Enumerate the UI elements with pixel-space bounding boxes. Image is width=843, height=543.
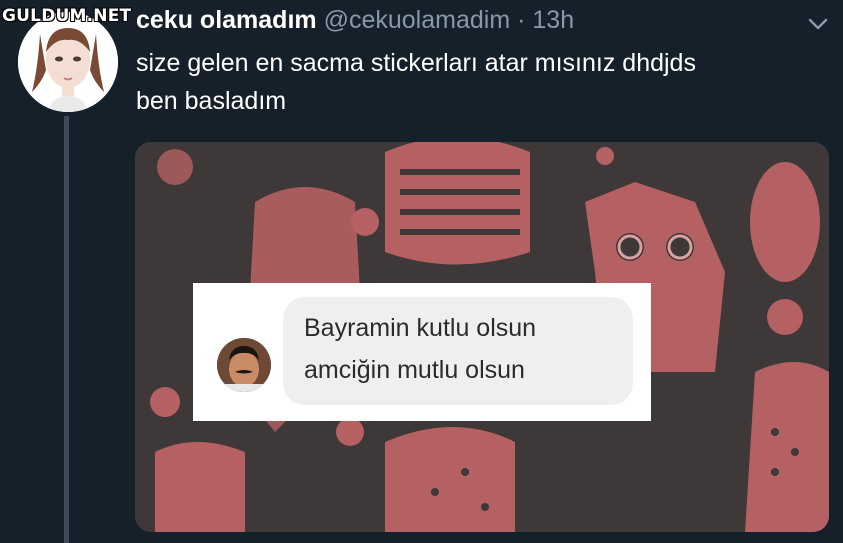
message-line-2: amciğin mutlu olsun: [304, 356, 525, 384]
thread-line: [64, 116, 69, 543]
watermark: GULDUM.NET: [2, 6, 132, 26]
chevron-down-icon[interactable]: [805, 12, 831, 36]
sticker-card: Bayramin kutlu olsun amciğin mutlu olsun: [193, 283, 651, 421]
separator-dot: ·: [517, 6, 526, 34]
sticker-avatar: [217, 338, 271, 392]
tweet-text-line-1: size gelen en sacma stickerları atar mıs…: [136, 49, 696, 77]
message-line-1: Bayramin kutlu olsun: [304, 314, 537, 342]
display-name[interactable]: ceku olamadım: [136, 6, 317, 34]
tweet-text-line-2: ben basladım: [136, 87, 287, 115]
tweet-text: size gelen en sacma stickerları atar mıs…: [136, 44, 816, 120]
message-bubble: Bayramin kutlu olsun amciğin mutlu olsun: [283, 297, 633, 405]
tweet-header: ceku olamadım @cekuolamadim · 13h: [136, 6, 574, 35]
tweet-time[interactable]: 13h: [532, 6, 574, 34]
avatar-illustration: [18, 12, 118, 112]
user-handle[interactable]: @cekuolamadim: [324, 6, 511, 34]
profile-avatar[interactable]: [18, 12, 118, 112]
